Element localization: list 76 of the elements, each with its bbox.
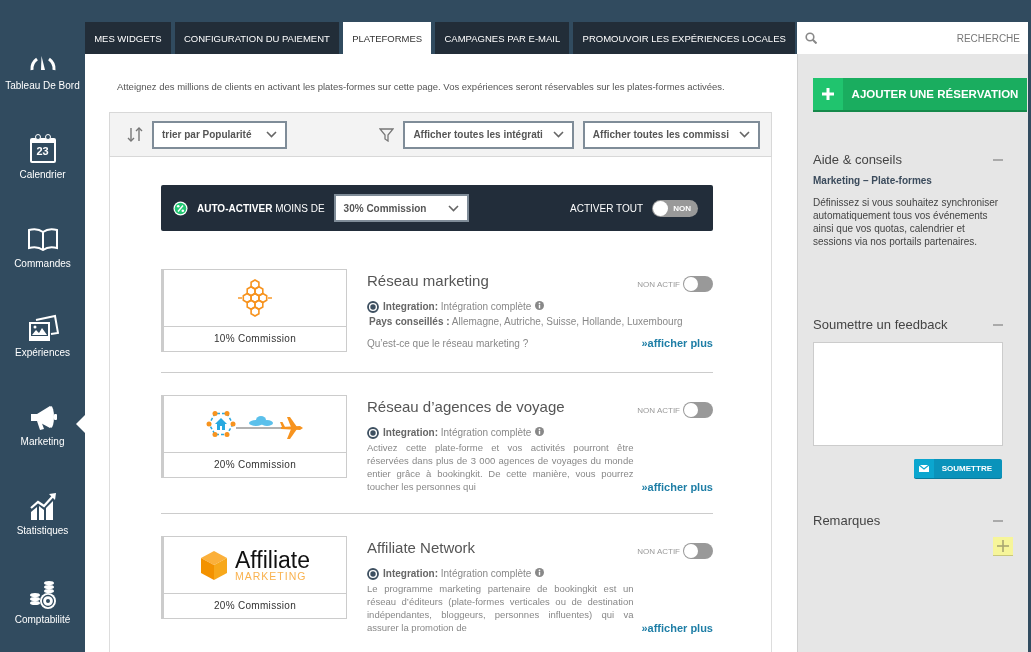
status-label: NON ACTIF [637,405,680,415]
plus-icon [997,540,1009,552]
toggle-switch[interactable] [683,402,713,418]
chevron-icon [552,131,564,138]
chevron-icon [447,204,459,212]
auto-activate-label: AUTO-ACTIVER MOINS DE [197,202,325,214]
calendar-date: 23 [36,146,49,157]
feedback-field[interactable] [813,342,1003,446]
commission-dropdown[interactable]: Afficher toutes les commissi [582,120,760,149]
platform-title: Réseau d’agences de voyage [367,397,565,417]
sidebar-item[interactable]: Marketing [0,402,85,491]
toggle-switch[interactable] [683,543,713,559]
toggle-switch[interactable] [683,276,713,292]
add-note-button[interactable] [993,537,1013,555]
tab[interactable]: MES WIDGETS [85,22,171,54]
status-label: NON ACTIF [637,546,680,556]
info-icon[interactable] [535,427,545,436]
radio-icon [367,301,379,313]
commission-label: 20% Commission [164,452,346,477]
search-field[interactable]: RECHERCHE [797,22,1028,54]
sidebar-item[interactable]: 23 Calendrier [0,135,85,224]
integration-text: Integration: Intégration complète [383,426,532,440]
sidebar-item[interactable]: Comptabilité [0,580,85,652]
search-icon [805,32,817,44]
book-icon [26,227,59,251]
filter-icon[interactable] [379,127,395,142]
sort-icon[interactable] [127,127,143,142]
commission-label: 10% Commission [164,326,346,351]
chevron-icon [266,131,277,138]
question-link[interactable]: Qu’est-ce que le réseau marketing ? [367,338,529,349]
percent-icon [173,200,188,216]
section-title: Remarques [813,512,881,530]
help-text: Définissez si vous souhaitez synchroniser automatiquement tous vos événements ainsi que vos quotas, calendrier et sessions via nos portails partenaires. [813,196,1000,248]
tab[interactable]: CONFIGURATION DU PAIEMENT [174,22,339,54]
show-more-link[interactable]: »afficher plus [641,337,713,349]
tab[interactable]: PROMOUVOIR LES EXPÉRIENCES LOCALES [573,22,795,54]
envelope-icon [913,459,934,478]
platform-title: Affiliate Network [367,538,476,558]
sidebar-item[interactable]: Expériences [0,313,85,402]
info-icon[interactable] [535,301,545,310]
radio-icon [367,427,379,439]
section-title: Aide & conseils [813,151,902,169]
section-title: Soumettre un feedback [813,316,948,334]
activate-all-label: ACTIVER TOUT [570,202,643,214]
integration-text: Integration: Intégration complète [383,300,532,314]
sort-dropdown[interactable]: trier par Popularité [152,120,287,149]
help-subtitle: Marketing – Plate-formes [813,175,933,186]
logo-subtext: MARKETING [235,570,308,582]
radio-icon [367,568,379,580]
photos-icon [26,314,59,342]
show-more-link[interactable]: »afficher plus [641,481,713,493]
platform-title: Réseau marketing [367,271,489,291]
description-text: Le programme marketing partenaire de bookingkit est un réseau d’éditeurs (plate-formes verticales ou de destination indépendantes, bloggeurs, personnes influentes) qui va assurer la promotion de [367,582,634,634]
tab[interactable]: PLATEFORMES [343,22,432,54]
integration-dropdown[interactable]: Afficher toutes les intégrati [403,120,574,149]
honeycomb-icon [235,279,275,317]
coins-icon [27,580,58,610]
info-icon[interactable] [535,568,545,577]
show-more-link[interactable]: »afficher plus [641,622,713,634]
chart-icon [28,492,57,520]
threshold-dropdown[interactable]: 30% Commission [333,194,469,222]
integration-text: Integration: Intégration complète [383,567,532,581]
sidebar-item[interactable]: Statistiques [0,491,85,580]
tab[interactable]: CAMPAGNES PAR E-MAIL [435,22,570,54]
sidebar-item[interactable]: Tableau De Bord [0,46,85,135]
chevron-icon [739,131,750,138]
status-label: NON ACTIF [637,279,680,289]
countries-text: Pays conseillés : Allemagne, Autriche, Suisse, Hollande, Luxembourg [368,315,684,329]
cube-icon [200,549,228,581]
intro-text: Atteignez des millions de clients en activant les plates-formes sur cette page. Vos expériences seront réservables sur les plates-formes activées. [117,81,726,93]
submit-button[interactable]: SOUMETTRE [913,459,1002,478]
plus-icon [813,78,843,110]
commission-label: 20% Commission [164,593,346,618]
logo-text: Affiliate [235,548,310,571]
sidebar-item[interactable]: Commandes [0,224,85,313]
description-text: Activez cette plate-forme et vos activités pourront être réservées dans plus de 3 000 agences de voyages du monde entier grâce à bookingkit. De cette manière, vous pourrez toucher les personnes qui [367,441,634,493]
